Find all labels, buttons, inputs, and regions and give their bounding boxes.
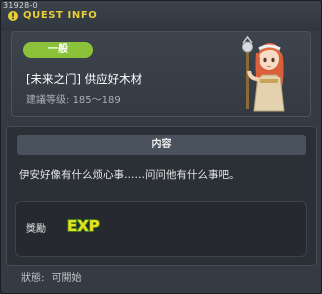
exp-reward-icon[interactable]: EXP — [66, 216, 104, 234]
level-label: 建議等级: — [26, 95, 70, 106]
quest-name: [未来之门] 供应好木材 — [26, 72, 143, 86]
status-label: 狀態: — [21, 273, 45, 284]
recommended-level: 建議等级: 185～189 — [26, 91, 121, 106]
quest-content-panel: 内容 伊安好像有什么烦心事……问问他有什么事吧。 獎勵 EXP — [6, 126, 317, 266]
quest-id: 31928-0 — [3, 1, 38, 10]
content-header: 内容 — [17, 135, 306, 155]
status-value: 可開始 — [51, 273, 82, 284]
npc-portrait — [242, 35, 285, 112]
reward-label: 獎勵 — [26, 224, 46, 235]
quest-status: 狀態: 可開始 — [21, 269, 86, 284]
quest-description: 伊安好像有什么烦心事……问问他有什么事吧。 — [19, 169, 240, 181]
reward-box: 獎勵 EXP — [15, 201, 307, 257]
window-title: QUEST INFO — [23, 10, 98, 21]
title-bar[interactable]: 31928-0 QUEST INFO — [1, 1, 321, 31]
level-range: 185～189 — [72, 95, 121, 106]
quest-info-icon — [8, 11, 18, 21]
svg-text:EXP: EXP — [67, 217, 100, 234]
quest-summary-panel: 一般 [未来之门] 供应好木材 建議等级: 185～189 — [11, 31, 311, 117]
quest-category-badge: 一般 — [23, 42, 93, 58]
quest-info-window: 31928-0 QUEST INFO 一般 [未来之门] 供应好木材 建議等级:… — [0, 0, 322, 294]
